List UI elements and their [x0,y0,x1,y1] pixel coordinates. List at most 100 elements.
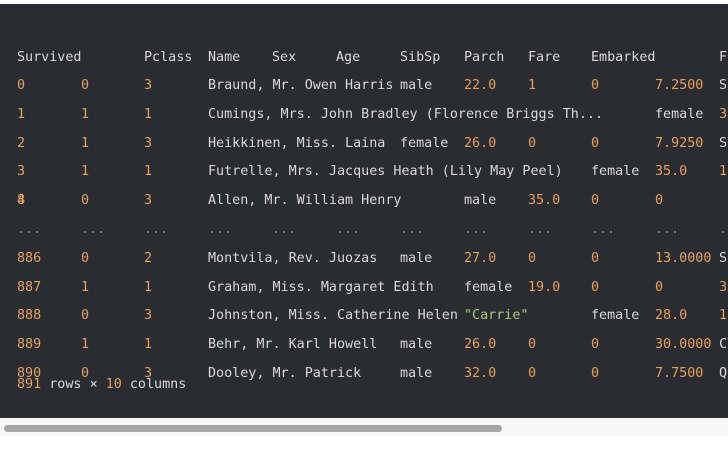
column-header: Name [208,50,241,65]
cols-word: columns [129,377,187,392]
table-cell: ... [655,221,680,237]
table-cell: 1 [144,279,153,295]
rows-count: 891 [17,377,42,392]
table-cell: 2 [17,135,26,151]
table-cell: ... [17,221,42,237]
table-cell: ... [528,221,553,237]
table-cell: 0 [591,250,600,266]
table-cell: Futrelle, Mrs. Jacques Heath (Lily May P… [208,164,563,180]
table-cell: C [719,337,728,353]
table-cell: ... [464,221,489,237]
table-cell: 0 [591,78,600,93]
table-cell: 0 [591,193,600,209]
table-cell: 32.0 [464,365,497,381]
table-cell: 2 [144,250,153,266]
table-cell: 3 [144,308,153,324]
table-cell: male [464,193,497,209]
table-cell: Cumings, Mrs. John Bradley (Florence Bri… [208,106,604,122]
table-cell: ... [400,221,425,237]
table-cell: 8 [17,193,26,209]
table-cell: ... [591,221,616,237]
table-cell: 26.0 [464,135,497,151]
table-cell: 28.0 [655,308,688,324]
table-cell: 1 [719,164,728,180]
table-cell: "Carrie" [464,308,529,324]
table-cell: female [655,106,704,122]
table-cell: male [400,337,433,353]
table-cell: 7.9250 [655,135,704,151]
table-cell: 26.0 [464,337,497,353]
table-cell: Allen, Mr. William Henry [208,193,402,209]
table-cell: ... [144,221,169,237]
table-cell: 0 [528,337,537,353]
column-header: Age [336,50,361,65]
table-cell: 0 [81,308,90,324]
table-cell: 1 [81,337,90,353]
table-cell: 13.0000 [655,250,712,266]
column-header: Pclass [144,50,193,65]
table-cell: ... [208,221,233,237]
table-cell: 0 [528,135,537,151]
table-cell: 1 [81,164,90,180]
table-cell: 3 [719,279,728,295]
notebook-cell: Survived Pclass Name Sex Age SibSp Parch Fare Em… [0,0,728,449]
table-cell: 7.2500 [655,78,704,93]
table-cell: male [400,78,433,93]
table-cell: 0 [591,135,600,151]
table-cell: 1 [719,308,728,324]
cols-count: 10 [105,377,122,392]
table-cell: 3 [144,193,153,209]
table-cell: 0 [528,365,537,381]
table-cell: ... [336,221,361,237]
column-header: Embarked [591,50,656,65]
rows-word: rows [49,377,82,392]
table-cell: female [400,135,449,151]
horizontal-scrollbar[interactable] [0,418,728,436]
table-cell: male [400,365,433,381]
table-cell: 22.0 [464,78,497,93]
table-cell: 1 [144,337,153,353]
table-cell: 0 [591,365,600,381]
table-cell: 3 [144,78,153,93]
table-cell: Braund, Mr. Owen Harris [208,78,394,93]
table-cell: 887 [17,279,42,295]
table-cell: 1 [528,78,537,93]
table-cell: 0 [81,78,90,93]
column-header: Sex [272,50,297,65]
table-cell: 889 [17,337,42,353]
table-cell: 3 [144,135,153,151]
dataframe-shape: 891 rows × 10 columns [17,377,186,392]
table-cell: 0 [655,193,664,209]
scrollbar-thumb[interactable] [4,425,502,432]
column-header: Parch [464,50,505,65]
table-cell: 0 [591,337,600,353]
table-cell: 886 [17,250,42,266]
column-header: Fare [528,50,561,65]
table-cell: female [464,279,513,295]
table-cell: 1 [17,106,26,122]
table-cell: 1 [81,106,90,122]
table-cell: female [591,308,640,324]
table-cell: male [400,250,433,266]
column-header: SibSp [400,50,441,65]
table-cell: 888 [17,308,42,324]
table-cell: 1 [144,106,153,122]
table-cell: 0 [528,250,537,266]
table-cell: Behr, Mr. Karl Howell [208,337,378,353]
table-cell: female [591,164,640,180]
table-cell: S [719,135,728,151]
table-cell: ... [719,221,728,237]
table-cell: ... [272,221,297,237]
table-cell: S [719,78,728,93]
dataframe-output: Survived Pclass Name Sex Age SibSp Parch Fare Em… [0,4,728,418]
table-cell: 35.0 [655,164,688,180]
table-cell: 27.0 [464,250,497,266]
table-cell: Heikkinen, Miss. Laina [208,135,386,151]
table-cell: 7.7500 [655,365,704,381]
table-cell: 3 [719,106,728,122]
table-cell: 30.0000 [655,337,712,353]
column-header: F [719,50,728,65]
table-cell: 1 [81,135,90,151]
table-cell: 35.0 [528,193,561,209]
column-header: Survived [17,50,82,65]
